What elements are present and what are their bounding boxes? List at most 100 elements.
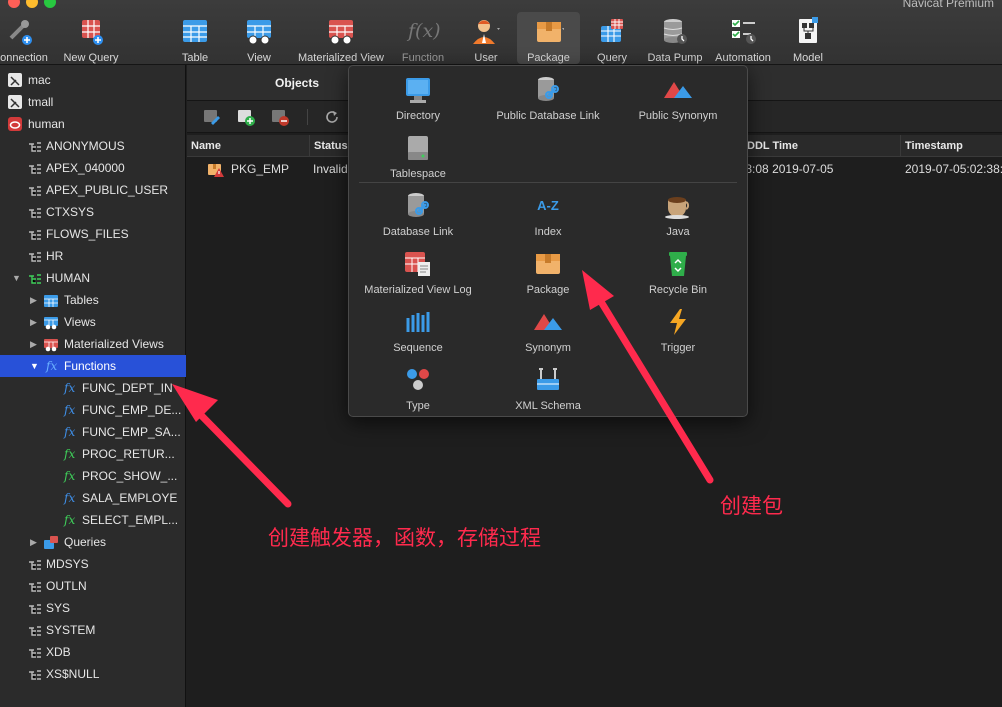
sidebar-item-select-empl[interactable]: fx SELECT_EMPL... xyxy=(0,509,186,531)
sidebar-item-outln[interactable]: OUTLN xyxy=(0,575,186,597)
sidebar-item-proc-retur[interactable]: fx PROC_RETUR... xyxy=(0,443,186,465)
index-icon: A-Z xyxy=(537,198,559,213)
menu-item-trigger[interactable]: Trigger xyxy=(613,308,743,366)
expand-arrow-icon[interactable]: ▶ xyxy=(30,289,37,311)
sidebar-item-system[interactable]: SYSTEM xyxy=(0,619,186,641)
sidebar-item-apex-040000[interactable]: APEX_040000 xyxy=(0,157,186,179)
toolbar-automation-button[interactable]: Automation xyxy=(710,12,776,64)
toolbar-new-query-button[interactable]: New Query xyxy=(58,12,124,64)
toolbar-model-button[interactable]: Model xyxy=(788,12,828,64)
toolbar-label: Materialized View xyxy=(297,52,384,64)
column-header-status[interactable]: Status xyxy=(310,135,350,157)
sidebar-item-materialized-views[interactable]: ▶ Materialized Views xyxy=(0,333,186,355)
sidebar-item-mac[interactable]: mac xyxy=(0,69,186,91)
expand-arrow-icon[interactable]: ▶ xyxy=(30,311,37,333)
sidebar-item-func-emp-sa[interactable]: fx FUNC_EMP_SA... xyxy=(0,421,186,443)
menu-item-index[interactable]: A-Z Index xyxy=(483,192,613,250)
menu-item-sequence[interactable]: Sequence xyxy=(353,308,483,366)
user-icon xyxy=(471,16,501,46)
menu-item-public-synonym[interactable]: Public Synonym xyxy=(613,76,743,134)
schema-icon xyxy=(28,271,42,285)
menu-item-synonym[interactable]: Synonym xyxy=(483,308,613,366)
column-header-name[interactable]: Name xyxy=(187,135,310,157)
expand-arrow-icon[interactable]: ▶ xyxy=(30,333,37,355)
tab-objects[interactable]: Objects xyxy=(227,65,367,101)
sidebar-item-sala-employe[interactable]: fx SALA_EMPLOYE xyxy=(0,487,186,509)
sidebar-item-tables[interactable]: ▶ Tables xyxy=(0,289,186,311)
recycle-bin-icon xyxy=(664,250,692,278)
sequence-icon xyxy=(404,308,432,336)
sidebar-item-xs-null[interactable]: XS$NULL xyxy=(0,663,186,685)
new-object-icon[interactable] xyxy=(237,108,255,126)
refresh-icon[interactable] xyxy=(323,108,341,126)
package-icon xyxy=(534,16,565,46)
sidebar-item-hr[interactable]: HR xyxy=(0,245,186,267)
toolbar-user-button[interactable]: User xyxy=(466,12,506,64)
sidebar-item-tmall[interactable]: tmall xyxy=(0,91,186,113)
sidebar-item-apex-public-user[interactable]: APEX_PUBLIC_USER xyxy=(0,179,186,201)
expand-arrow-icon[interactable]: ▶ xyxy=(30,531,37,553)
window-minimize-button[interactable] xyxy=(26,0,38,8)
automation-icon xyxy=(728,16,758,46)
row-status: Invalid xyxy=(313,162,348,176)
model-icon xyxy=(793,16,823,46)
sidebar-item-func-dept-in[interactable]: fx FUNC_DEPT_IN xyxy=(0,377,186,399)
toolbar-materialized-view-button[interactable]: Materialized View xyxy=(292,12,390,64)
column-header-timestamp[interactable]: Timestamp xyxy=(901,135,1002,157)
sidebar-item-func-emp-de[interactable]: fx FUNC_EMP_DE... xyxy=(0,399,186,421)
oracle-connection-icon xyxy=(8,73,22,87)
sidebar-item-ctxsys[interactable]: CTXSYS xyxy=(0,201,186,223)
toolbar-package-button[interactable]: Package xyxy=(517,12,580,64)
type-icon xyxy=(404,366,432,394)
sidebar-item-human-schema[interactable]: ▼ HUMAN xyxy=(0,267,186,289)
toolbar-label: Data Pump xyxy=(647,52,703,64)
toolbar-label: Automation xyxy=(715,52,771,64)
toolbar-data-pump-button[interactable]: Data Pump xyxy=(645,12,705,64)
sidebar-item-anonymous[interactable]: ANONYMOUS xyxy=(0,135,186,157)
synonym-icon xyxy=(534,308,562,336)
window-close-button[interactable] xyxy=(8,0,20,8)
annotation-create-trigger-function-procedure: 创建触发器，函数，存储过程 xyxy=(268,526,541,550)
sidebar-item-proc-show[interactable]: fx PROC_SHOW_... xyxy=(0,465,186,487)
menu-item-java[interactable]: Java xyxy=(613,192,743,250)
connection-icon xyxy=(5,16,35,46)
sidebar-item-mdsys[interactable]: MDSYS xyxy=(0,553,186,575)
menu-item-xml-schema[interactable]: XML Schema xyxy=(483,366,613,424)
menu-item-recycle-bin[interactable]: Recycle Bin xyxy=(613,250,743,308)
toolbar-label: New Query xyxy=(63,52,119,64)
schema-icon xyxy=(28,557,42,571)
sidebar-item-sys[interactable]: SYS xyxy=(0,597,186,619)
oracle-connection-icon xyxy=(8,95,22,109)
menu-item-directory[interactable]: Directory xyxy=(353,76,483,134)
toolbar-label: Function xyxy=(401,52,445,64)
column-header-ddl-time[interactable]: DDL Time xyxy=(743,135,901,157)
window-zoom-button[interactable] xyxy=(44,0,56,8)
toolbar-query-button[interactable]: Query xyxy=(592,12,632,64)
sidebar-item-functions[interactable]: ▼ fx Functions xyxy=(0,355,186,377)
menu-item-tablespace[interactable]: Tablespace xyxy=(353,134,483,192)
procedure-icon: fx xyxy=(64,447,76,461)
sidebar-item-human-connection[interactable]: human xyxy=(0,113,186,135)
toolbar-label: View xyxy=(247,52,271,64)
materialized-view-icon xyxy=(44,337,58,352)
toolbar-table-button[interactable]: Table xyxy=(172,12,218,64)
menu-item-database-link[interactable]: Database Link xyxy=(353,192,483,250)
toolbar-function-button[interactable]: f(x) Function xyxy=(398,12,448,64)
toolbar-connection-button[interactable]: Connection xyxy=(0,12,50,64)
menu-item-type[interactable]: Type xyxy=(353,366,483,424)
row-name: PKG_EMP xyxy=(231,162,290,176)
schema-icon xyxy=(28,579,42,593)
menu-item-materialized-view-log[interactable]: Materialized View Log xyxy=(353,250,483,308)
delete-object-icon[interactable] xyxy=(271,108,289,126)
sidebar-item-xdb[interactable]: XDB xyxy=(0,641,186,663)
design-object-icon[interactable] xyxy=(203,108,221,126)
expand-arrow-icon[interactable]: ▼ xyxy=(12,267,21,289)
sidebar-item-queries[interactable]: ▶ Queries xyxy=(0,531,186,553)
sidebar-item-views[interactable]: ▶ Views xyxy=(0,311,186,333)
toolbar-view-button[interactable]: View xyxy=(236,12,282,64)
menu-item-public-database-link[interactable]: Public Database Link xyxy=(483,76,613,134)
sidebar-item-flows-files[interactable]: FLOWS_FILES xyxy=(0,223,186,245)
menu-item-package[interactable]: Package xyxy=(483,250,613,308)
expand-arrow-icon[interactable]: ▼ xyxy=(30,355,39,377)
procedure-icon: fx xyxy=(64,469,76,483)
